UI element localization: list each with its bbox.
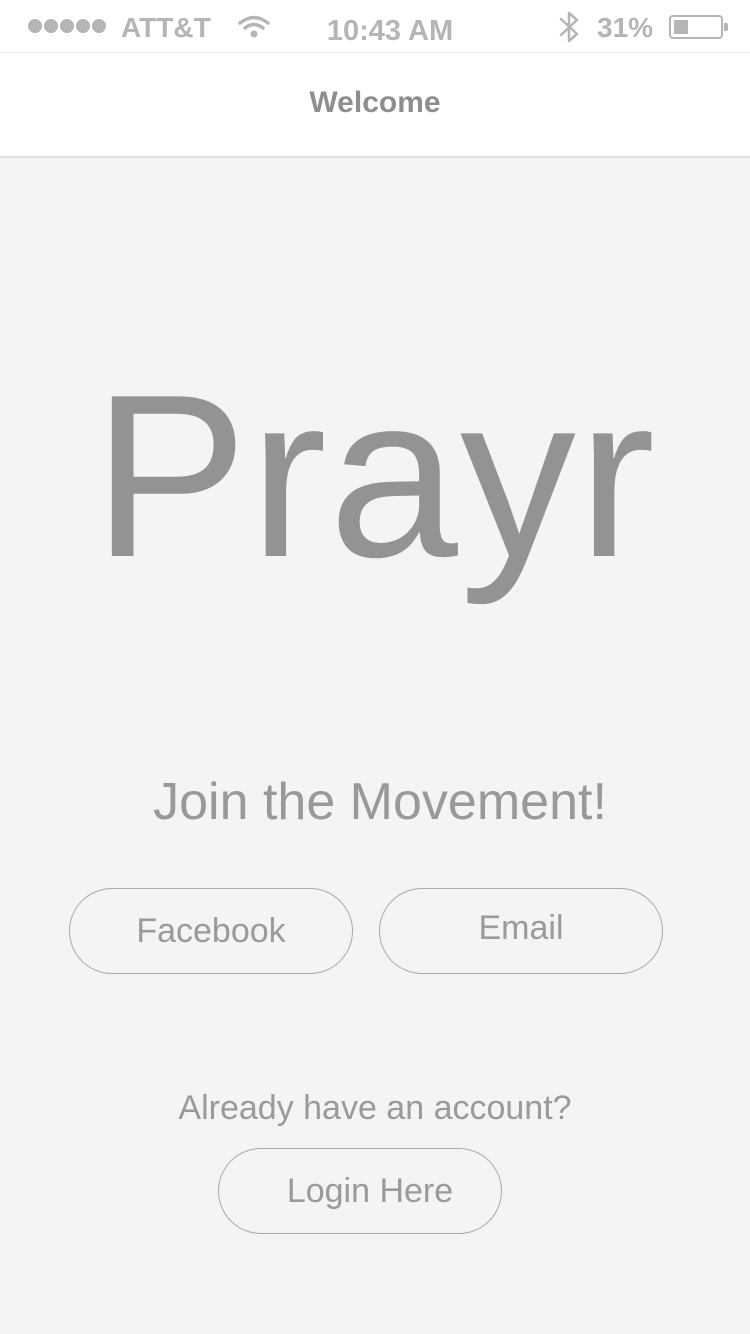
facebook-signup-button[interactable]: Facebook [69,888,353,974]
email-signup-button[interactable]: Email [379,888,663,974]
app-logo-text: Prayr [92,347,658,606]
battery-tip [724,23,728,31]
bluetooth-icon [559,11,579,43]
battery-icon [669,15,728,39]
battery-level-fill [674,20,688,34]
page-title: Welcome [309,86,441,119]
account-prompt: Already have an account? [178,1089,572,1127]
login-button[interactable]: Login Here [218,1148,502,1234]
navigation-bar: Welcome [0,52,750,158]
tagline: Join the Movement! [153,773,607,831]
battery-percentage: 31% [597,12,654,43]
status-bar: ATT&T 10:43 AM 31% [0,0,750,52]
